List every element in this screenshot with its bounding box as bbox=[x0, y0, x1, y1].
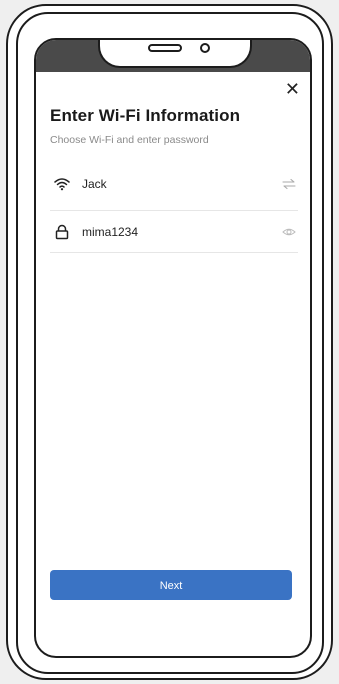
speaker-icon bbox=[148, 44, 182, 52]
wifi-network-row[interactable]: Jack bbox=[50, 164, 298, 204]
divider bbox=[50, 252, 298, 253]
wifi-icon bbox=[54, 176, 70, 192]
swap-icon[interactable] bbox=[282, 177, 296, 191]
next-button[interactable]: Next bbox=[50, 570, 292, 600]
divider bbox=[50, 210, 298, 211]
password-field[interactable]: mima1234 bbox=[82, 225, 138, 239]
page-subtitle: Choose Wi-Fi and enter password bbox=[50, 134, 209, 146]
phone-screen: ✕ Enter Wi-Fi Information Choose Wi-Fi a… bbox=[34, 38, 312, 658]
camera-icon bbox=[200, 43, 210, 53]
page-title: Enter Wi-Fi Information bbox=[50, 106, 241, 125]
password-row[interactable]: mima1234 bbox=[50, 212, 298, 252]
lock-icon bbox=[54, 224, 70, 240]
eye-icon[interactable] bbox=[282, 225, 296, 239]
wifi-network-name: Jack bbox=[82, 177, 107, 191]
phone-notch bbox=[98, 40, 252, 68]
close-icon[interactable]: ✕ bbox=[285, 80, 300, 98]
